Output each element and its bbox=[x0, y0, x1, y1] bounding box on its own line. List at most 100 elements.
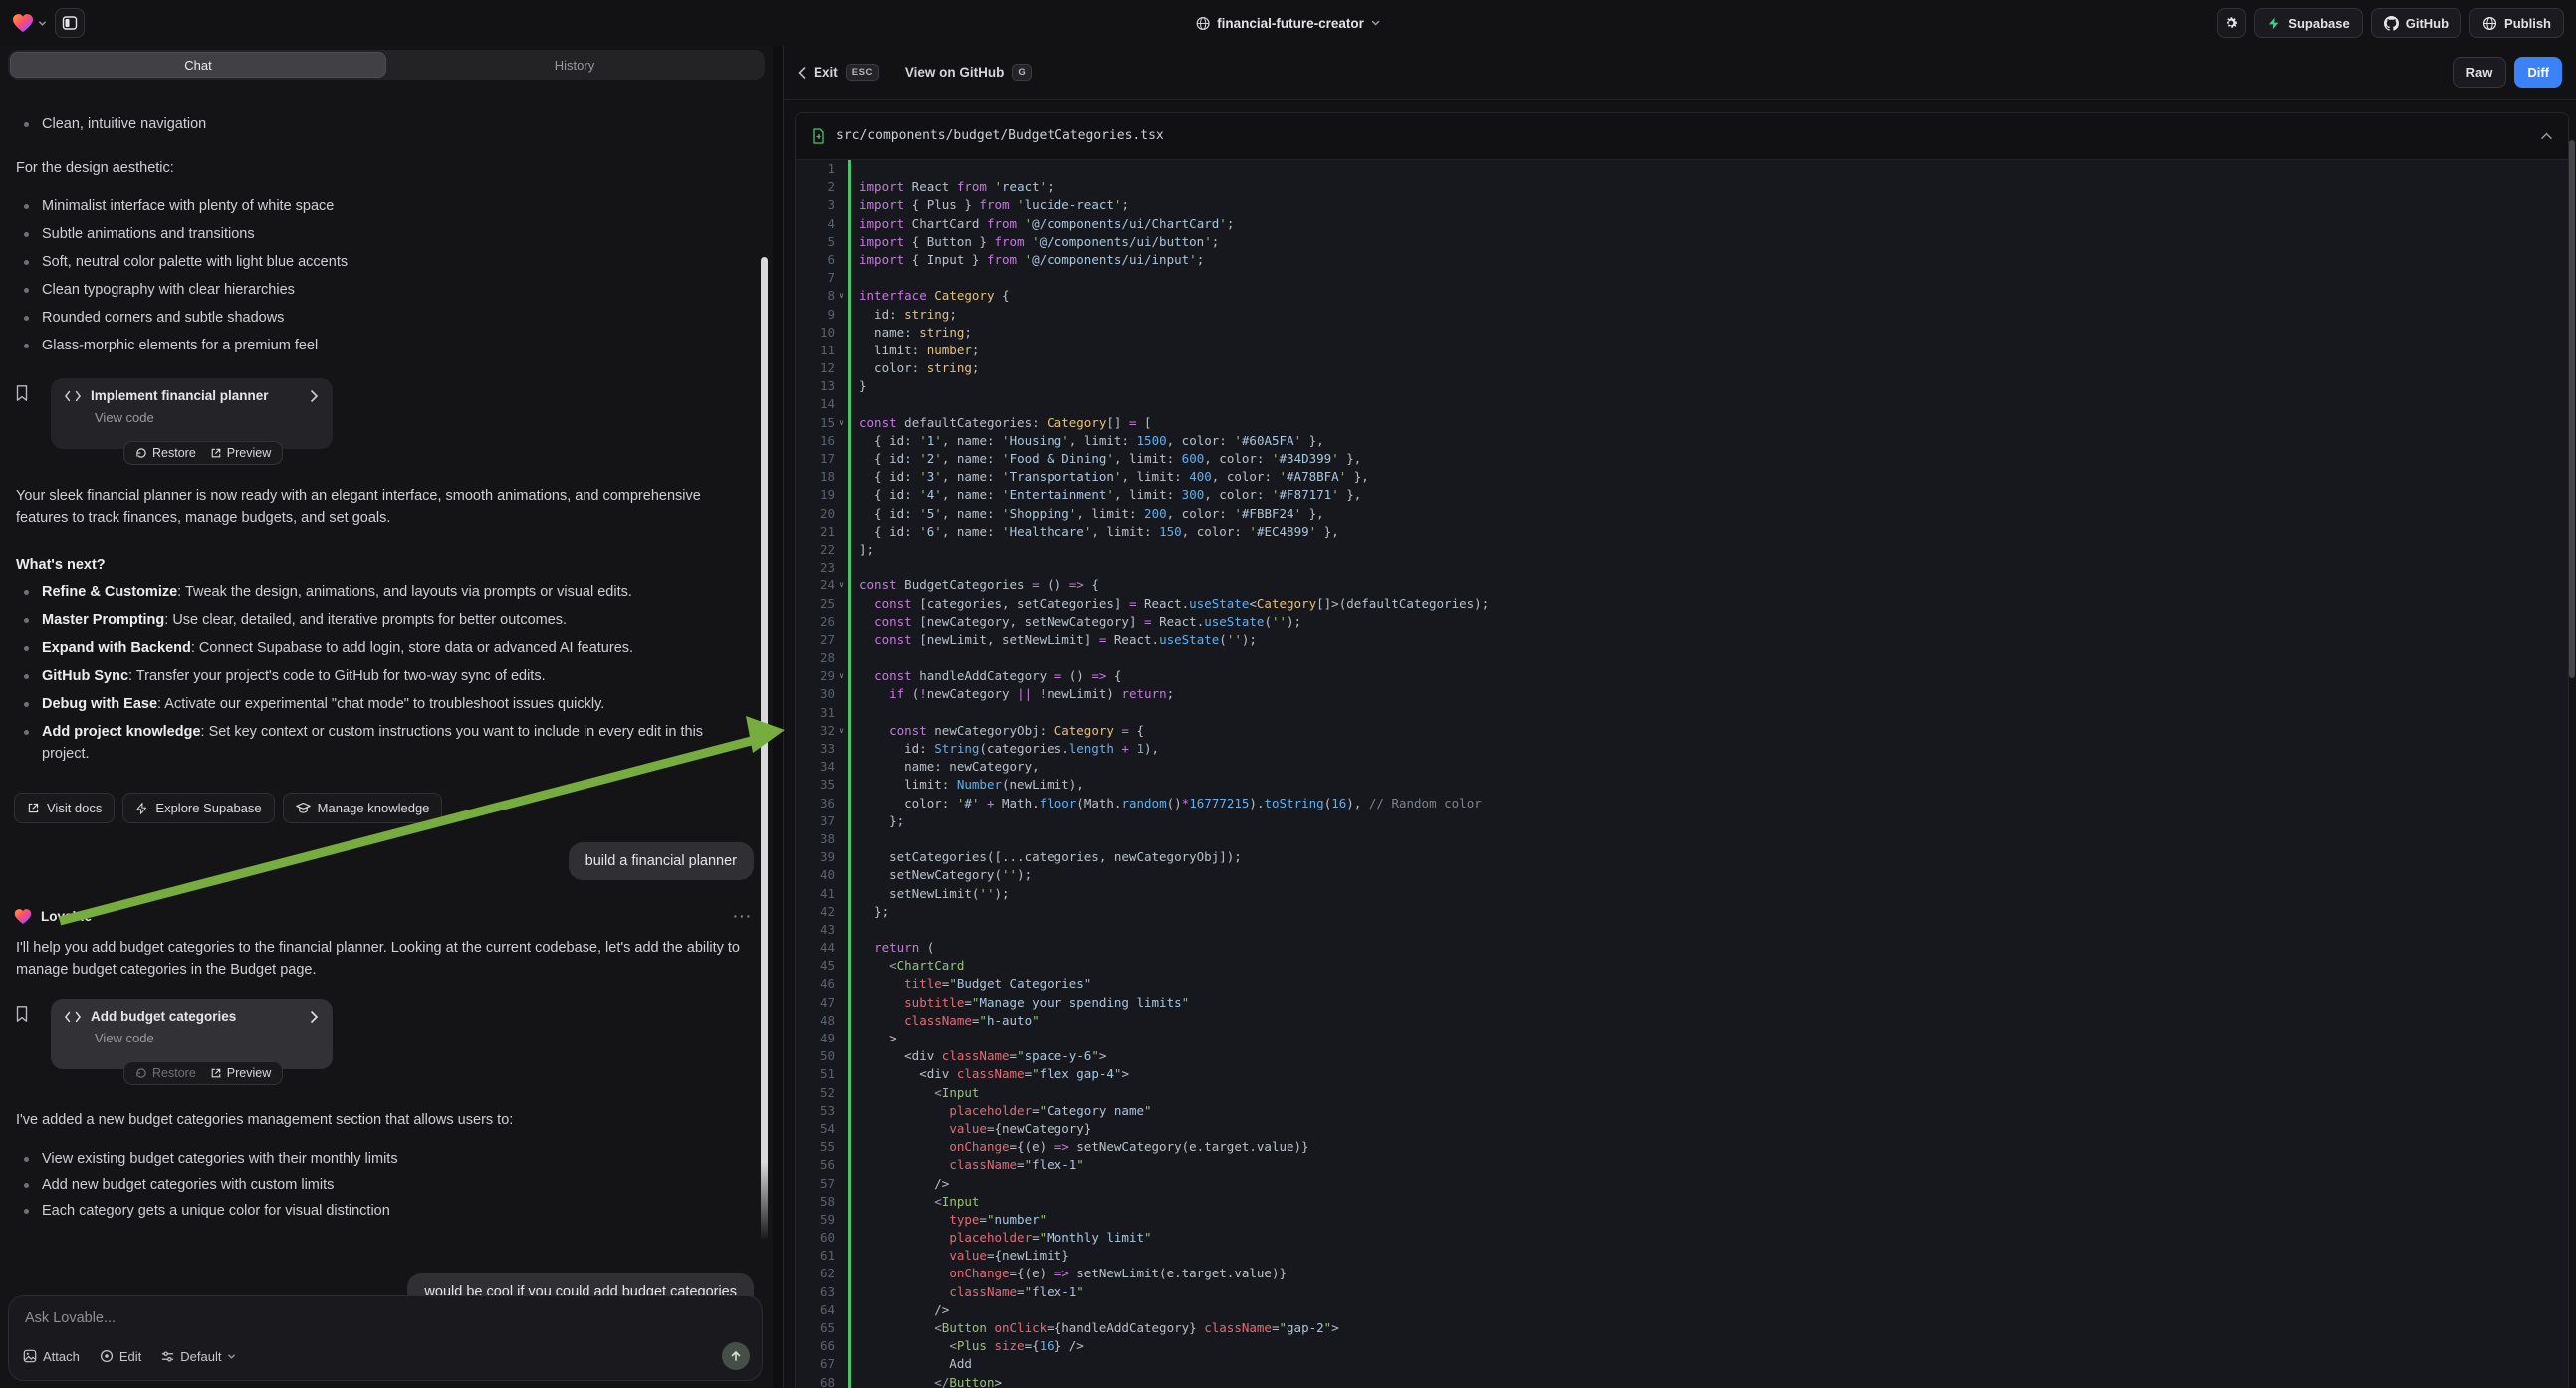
code-line: 60 placeholder="Monthly limit" bbox=[796, 1229, 2568, 1247]
list-item: Debug with Ease: Activate our experiment… bbox=[16, 693, 751, 721]
arrow-up-icon bbox=[730, 1350, 742, 1362]
tab-history[interactable]: History bbox=[386, 52, 763, 78]
publish-globe-icon bbox=[2482, 16, 2497, 31]
code-panel: Exit ESC View on GitHub G Raw Diff src/c… bbox=[783, 46, 2576, 1388]
code-line: 53 placeholder="Category name" bbox=[796, 1102, 2568, 1120]
target-icon bbox=[100, 1349, 114, 1363]
code-line: 58 <Input bbox=[796, 1193, 2568, 1211]
manage-knowledge-button[interactable]: Manage knowledge bbox=[283, 793, 443, 823]
chevron-right-icon bbox=[310, 1011, 319, 1023]
code-line: 13} bbox=[796, 377, 2568, 395]
code-line: 8∨interface Category { bbox=[796, 287, 2568, 305]
top-bar: financial-future-creator Supabase GitHub… bbox=[0, 0, 2576, 46]
publish-button[interactable]: Publish bbox=[2469, 8, 2564, 38]
raw-toggle-button[interactable]: Raw bbox=[2453, 57, 2507, 88]
visit-docs-button[interactable]: Visit docs bbox=[14, 793, 115, 823]
file-path: src/components/budget/BudgetCategories.t… bbox=[836, 128, 1164, 143]
code-line: 41 setNewLimit(''); bbox=[796, 885, 2568, 903]
code-line: 44 return ( bbox=[796, 939, 2568, 957]
code-line: 10 name: string; bbox=[796, 324, 2568, 342]
mode-selector[interactable]: Default bbox=[161, 1349, 236, 1364]
code-line: 59 type="number" bbox=[796, 1211, 2568, 1229]
chat-panel: Chat History Clean, intuitive navigation… bbox=[0, 46, 773, 1388]
code-line: 33 id: String(categories.length + 1), bbox=[796, 740, 2568, 758]
list-item: Minimalist interface with plenty of whit… bbox=[16, 195, 751, 223]
code-line: 25 const [categories, setCategories] = R… bbox=[796, 595, 2568, 613]
chat-scrollbar-thumb[interactable] bbox=[761, 257, 768, 1241]
assistant-reply-text: I'll help you add budget categories to t… bbox=[16, 937, 751, 982]
code-line: 64 /> bbox=[796, 1301, 2568, 1319]
user-message-bubble: build a financial planner bbox=[569, 842, 754, 880]
list-item: Rounded corners and subtle shadows bbox=[16, 307, 751, 335]
view-code-link[interactable]: View code bbox=[95, 410, 319, 425]
preview-button[interactable]: Preview bbox=[210, 446, 271, 460]
bookmark-icon[interactable] bbox=[14, 1005, 30, 1023]
github-button[interactable]: GitHub bbox=[2371, 8, 2461, 38]
chat-message-list[interactable]: Clean, intuitive navigation For the desi… bbox=[0, 80, 773, 1388]
code-line: 46 title="Budget Categories" bbox=[796, 975, 2568, 993]
external-link-icon bbox=[27, 802, 40, 814]
code-line: 57 /> bbox=[796, 1175, 2568, 1193]
code-line: 50 <div className="space-y-6"> bbox=[796, 1047, 2568, 1065]
file-header[interactable]: src/components/budget/BudgetCategories.t… bbox=[796, 113, 2568, 160]
code-line: 36 color: '#' + Math.floor(Math.random()… bbox=[796, 795, 2568, 812]
chat-composer[interactable]: Ask Lovable... Attach Edit Default bbox=[8, 1295, 763, 1381]
chat-input[interactable]: Ask Lovable... bbox=[25, 1310, 746, 1326]
code-line: 3import { Plus } from 'lucide-react'; bbox=[796, 196, 2568, 214]
external-link-icon bbox=[210, 447, 222, 459]
diff-toggle-button[interactable]: Diff bbox=[2514, 57, 2562, 88]
restore-button[interactable]: Restore bbox=[135, 446, 196, 460]
assistant-summary-text: Your sleek financial planner is now read… bbox=[16, 485, 751, 530]
code-line: 48 className="h-auto" bbox=[796, 1012, 2568, 1030]
globe-icon bbox=[1195, 16, 1210, 31]
project-name: financial-future-creator bbox=[1217, 16, 1364, 31]
code-line: 9 id: string; bbox=[796, 306, 2568, 324]
preview-button[interactable]: Preview bbox=[210, 1066, 271, 1080]
toggle-sidebar-button[interactable] bbox=[55, 8, 85, 38]
code-line: 5import { Button } from '@/components/ui… bbox=[796, 233, 2568, 251]
message-menu-button[interactable]: ··· bbox=[734, 909, 754, 924]
list-item: Each category gets a unique color for vi… bbox=[16, 1200, 751, 1226]
lovable-logo-menu[interactable] bbox=[12, 13, 47, 33]
code-line: 26 const [newCategory, setNewCategory] =… bbox=[796, 613, 2568, 631]
code-line: 32∨ const newCategoryObj: Category = { bbox=[796, 722, 2568, 740]
code-line: 11 limit: number; bbox=[796, 342, 2568, 359]
version-card-add-budget-categories[interactable]: Add budget categories View code bbox=[51, 999, 333, 1069]
code-line: 1 bbox=[796, 160, 2568, 178]
code-line: 63 className="flex-1" bbox=[796, 1283, 2568, 1301]
chevron-right-icon bbox=[310, 390, 319, 402]
code-line: 34 name: newCategory, bbox=[796, 758, 2568, 776]
chevron-down-icon bbox=[227, 1352, 236, 1361]
code-scrollbar-thumb[interactable] bbox=[2569, 140, 2575, 678]
tab-chat[interactable]: Chat bbox=[10, 52, 386, 78]
code-icon bbox=[65, 390, 81, 402]
code-line: 65 <Button onClick={handleAddCategory} c… bbox=[796, 1319, 2568, 1337]
settings-button[interactable] bbox=[2217, 8, 2246, 38]
explore-supabase-button[interactable]: Explore Supabase bbox=[122, 793, 274, 823]
edit-button[interactable]: Edit bbox=[100, 1349, 141, 1364]
code-line: 35 limit: Number(newLimit), bbox=[796, 776, 2568, 794]
collapse-file-button[interactable] bbox=[2541, 132, 2552, 140]
code-line: 21 { id: '6', name: 'Healthcare', limit:… bbox=[796, 523, 2568, 541]
version-card-implement-financial-planner[interactable]: Implement financial planner View code bbox=[51, 378, 333, 449]
exit-button[interactable]: Exit ESC bbox=[798, 64, 879, 81]
attach-button[interactable]: Attach bbox=[23, 1349, 80, 1364]
code-line: 66 <Plus size={16} /> bbox=[796, 1337, 2568, 1355]
code-line: 62 onChange={(e) => setNewLimit(e.target… bbox=[796, 1265, 2568, 1282]
view-code-link[interactable]: View code bbox=[95, 1031, 319, 1045]
graduation-cap-icon bbox=[296, 802, 311, 814]
list-item: Master Prompting: Use clear, detailed, a… bbox=[16, 609, 751, 637]
code-line: 17 { id: '2', name: 'Food & Dining', lim… bbox=[796, 450, 2568, 468]
version-actions-toolbar: Restore Preview bbox=[123, 1061, 283, 1085]
code-editor[interactable]: 12import React from 'react';3import { Pl… bbox=[796, 160, 2568, 1388]
project-switcher[interactable]: financial-future-creator bbox=[1195, 0, 1381, 46]
code-line: 14 bbox=[796, 395, 2568, 413]
send-button[interactable] bbox=[722, 1342, 750, 1370]
restore-icon bbox=[135, 1067, 147, 1079]
view-on-github-button[interactable]: View on GitHub G bbox=[905, 64, 1032, 81]
code-line: 31 bbox=[796, 704, 2568, 722]
bookmark-icon[interactable] bbox=[14, 384, 30, 402]
restore-button-disabled[interactable]: Restore bbox=[135, 1066, 196, 1080]
supabase-button[interactable]: Supabase bbox=[2254, 8, 2362, 38]
code-line: 15∨const defaultCategories: Category[] =… bbox=[796, 414, 2568, 432]
